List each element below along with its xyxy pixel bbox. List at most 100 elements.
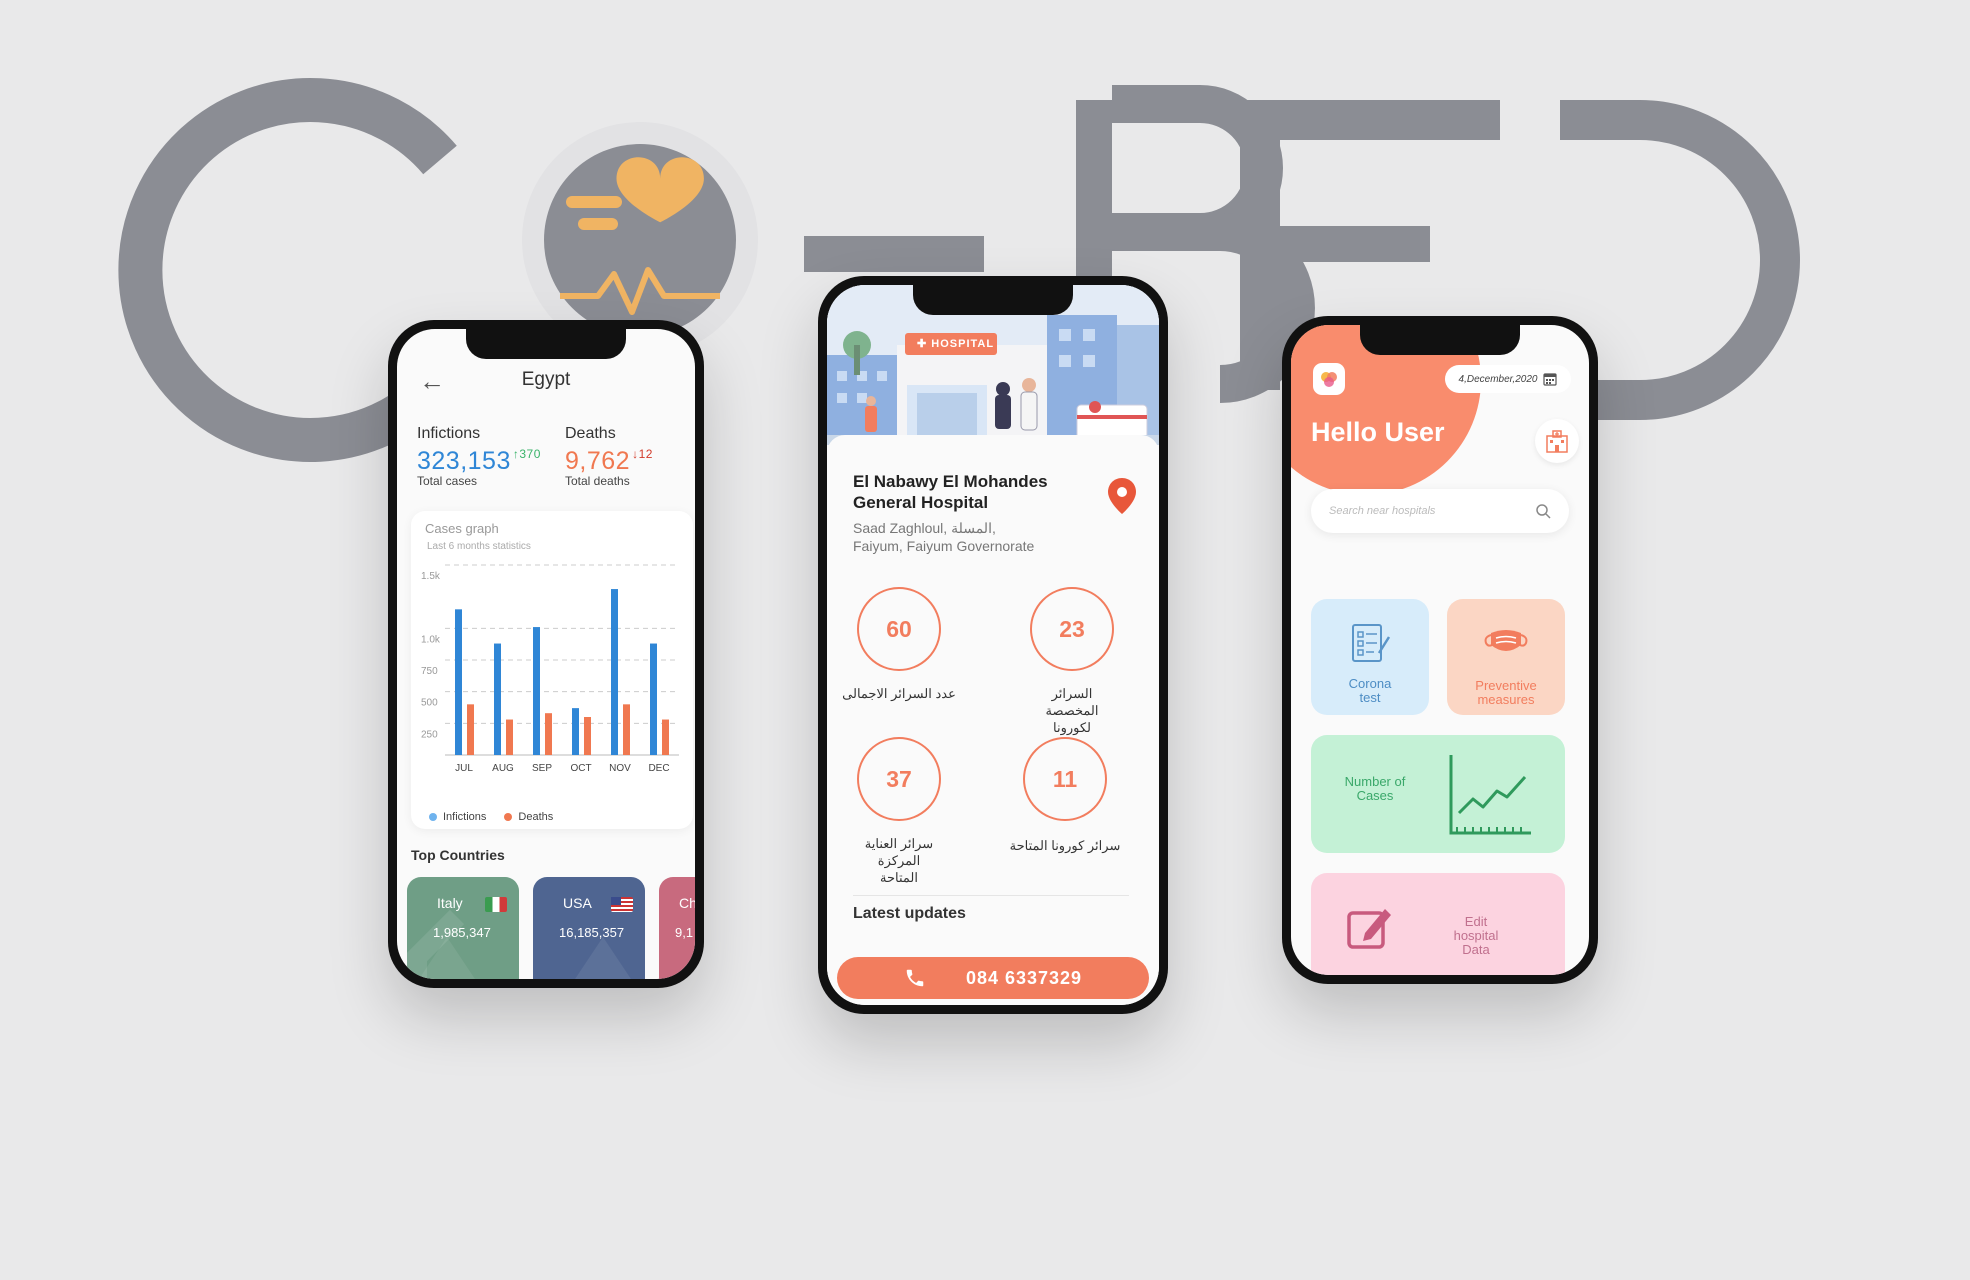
date-picker[interactable]: 4,December,2020	[1445, 365, 1571, 393]
country-card-usa[interactable]: USA 16,185,357	[533, 877, 645, 979]
corona-test-label: Corona test	[1348, 676, 1392, 705]
top-countries-heading: Top Countries	[411, 847, 505, 863]
country-value: 1,985,347	[433, 925, 491, 940]
hospital-sign: ✚ HOSPITAL	[917, 338, 995, 350]
x-tick-label: OCT	[570, 763, 591, 774]
available-covid-beds-label: سرائر كورونا المتاحة	[1009, 838, 1121, 853]
bar-deaths	[506, 719, 513, 755]
country-name: Ch	[679, 895, 695, 911]
bar-infections	[650, 643, 657, 755]
y-tick-label: 500	[421, 698, 438, 709]
country-value: 9,1	[675, 925, 694, 940]
search-input[interactable]	[1329, 505, 1535, 517]
legend-deaths: Deaths	[504, 811, 553, 823]
infections-value: 323,153 ↑370	[417, 447, 541, 475]
deaths-label: Deaths	[565, 425, 616, 442]
icu-beds-circle: 37	[857, 737, 941, 821]
address-line-1: Saad Zaghloul, المسلة,	[853, 520, 996, 536]
calendar-icon	[1543, 373, 1558, 386]
bar-infections	[611, 589, 618, 755]
bar-deaths	[623, 704, 630, 755]
bar-deaths	[467, 704, 474, 755]
icu-beds-label: سرائر العناية المركزة المتاحة	[864, 836, 934, 885]
hospital-icon[interactable]	[1535, 419, 1579, 463]
phone-notch	[1360, 325, 1520, 355]
graph-subtitle: Last 6 months statistics	[427, 541, 531, 552]
number-of-cases-label: Number of Cases	[1344, 774, 1406, 803]
preventive-measures-label: Preventive measures	[1475, 678, 1537, 707]
chart-legend: Infictions Deaths	[429, 811, 553, 823]
hospital-address: Saad Zaghloul, المسلة, Faiyum, Faiyum Go…	[853, 519, 1093, 555]
phone-notch	[913, 285, 1073, 315]
app-logo-icon[interactable]	[1313, 363, 1345, 395]
preventive-measures-tile[interactable]: Preventive measures	[1447, 599, 1565, 715]
corona-test-tile[interactable]: Corona test	[1311, 599, 1429, 715]
stats-screen: ← Egypt Infictions 323,153 ↑370 Total cas…	[397, 329, 695, 979]
bar-infections	[572, 708, 579, 755]
divider	[853, 895, 1129, 896]
total-beds-label: عدد السرائر الاجمالى	[842, 686, 956, 701]
phone-icon	[906, 969, 924, 987]
stats-phone: ← Egypt Infictions 323,153 ↑370 Total cas…	[388, 320, 704, 988]
test-report-icon	[1352, 624, 1391, 662]
usa-flag-icon	[611, 897, 633, 912]
x-tick-label: NOV	[609, 763, 631, 774]
country-title: Egypt	[521, 369, 571, 390]
infections-sub: Total cases	[417, 474, 478, 488]
search-bar[interactable]	[1311, 489, 1569, 533]
graph-title: Cases graph	[425, 521, 499, 536]
bar-infections	[533, 627, 540, 755]
country-card-partial[interactable]: Ch 9,1	[659, 877, 695, 979]
infections-stat: Infictions 323,153 ↑370 Total cases	[417, 425, 541, 488]
available-covid-beds-circle: 11	[1023, 737, 1107, 821]
bar-infections	[494, 643, 501, 755]
greeting: Hello User	[1311, 417, 1445, 447]
address-line-2: Faiyum, Faiyum Governorate	[853, 538, 1035, 554]
country-value: 16,185,357	[559, 925, 625, 940]
hospital-screen: ✚ HOSPITAL El Nabawy El Mohandes General…	[827, 285, 1159, 1005]
y-tick-label: 1.0k	[421, 634, 441, 645]
y-tick-label: 750	[421, 666, 438, 677]
covid-beds-label: السرائر المخصصة لكورونا	[1045, 686, 1099, 735]
x-tick-label: SEP	[532, 763, 552, 774]
covid-beds-circle: 23	[1030, 587, 1114, 671]
stats-header: ← Egypt	[397, 367, 695, 397]
phone-notch	[466, 329, 626, 359]
x-tick-label: AUG	[492, 763, 514, 774]
search-icon[interactable]	[1535, 503, 1551, 519]
deaths-value: 9,762 ↓12	[565, 447, 653, 475]
y-tick-label: 250	[421, 729, 438, 740]
bar-deaths	[662, 719, 669, 755]
y-tick-label: 1.5k	[421, 571, 441, 582]
line-chart-icon	[1449, 755, 1531, 835]
bar-deaths	[584, 717, 591, 755]
hospital-name: El Nabawy El Mohandes General Hospital	[853, 472, 1048, 512]
country-name: USA	[563, 895, 592, 911]
edit-hospital-data-label: Edit hospital Data	[1453, 914, 1499, 957]
number-of-cases-tile[interactable]: Number of Cases	[1311, 735, 1565, 853]
deaths-delta: ↓12	[632, 447, 653, 461]
call-button[interactable]: 084 6337329	[837, 957, 1149, 999]
home-phone: 4,December,2020 Hello User Corona test	[1282, 316, 1598, 984]
phone-number: 084 6337329	[965, 967, 1083, 988]
hospital-phone: ✚ HOSPITAL El Nabawy El Mohandes General…	[818, 276, 1168, 1014]
deaths-sub: Total deaths	[565, 474, 630, 488]
edit-hospital-data-tile[interactable]: Edit hospital Data	[1311, 873, 1565, 975]
latest-updates-heading: Latest updates	[853, 905, 966, 922]
x-tick-label: DEC	[648, 763, 669, 774]
map-pin-icon[interactable]	[1107, 477, 1137, 515]
italy-flag-icon	[485, 897, 507, 912]
cases-graph-card: Cases graph Last 6 months statistics 1.5…	[411, 511, 693, 829]
total-beds-circle: 60	[857, 587, 941, 671]
bar-deaths	[545, 713, 552, 755]
country-card-italy[interactable]: Italy 1,985,347	[407, 877, 519, 979]
infections-delta: ↑370	[512, 447, 541, 461]
date-text: 4,December,2020	[1458, 373, 1538, 385]
deaths-stat: Deaths 9,762 ↓12 Total deaths	[565, 425, 653, 488]
bar-infections	[455, 609, 462, 755]
face-mask-icon	[1484, 630, 1528, 651]
cases-bar-chart: 1.5k 1.0k 750 500 250 JUL AUG SEP OCT NOV DEC	[421, 564, 679, 774]
home-screen: 4,December,2020 Hello User Corona test	[1291, 325, 1589, 975]
x-tick-label: JUL	[455, 763, 473, 774]
edit-icon	[1347, 909, 1391, 949]
